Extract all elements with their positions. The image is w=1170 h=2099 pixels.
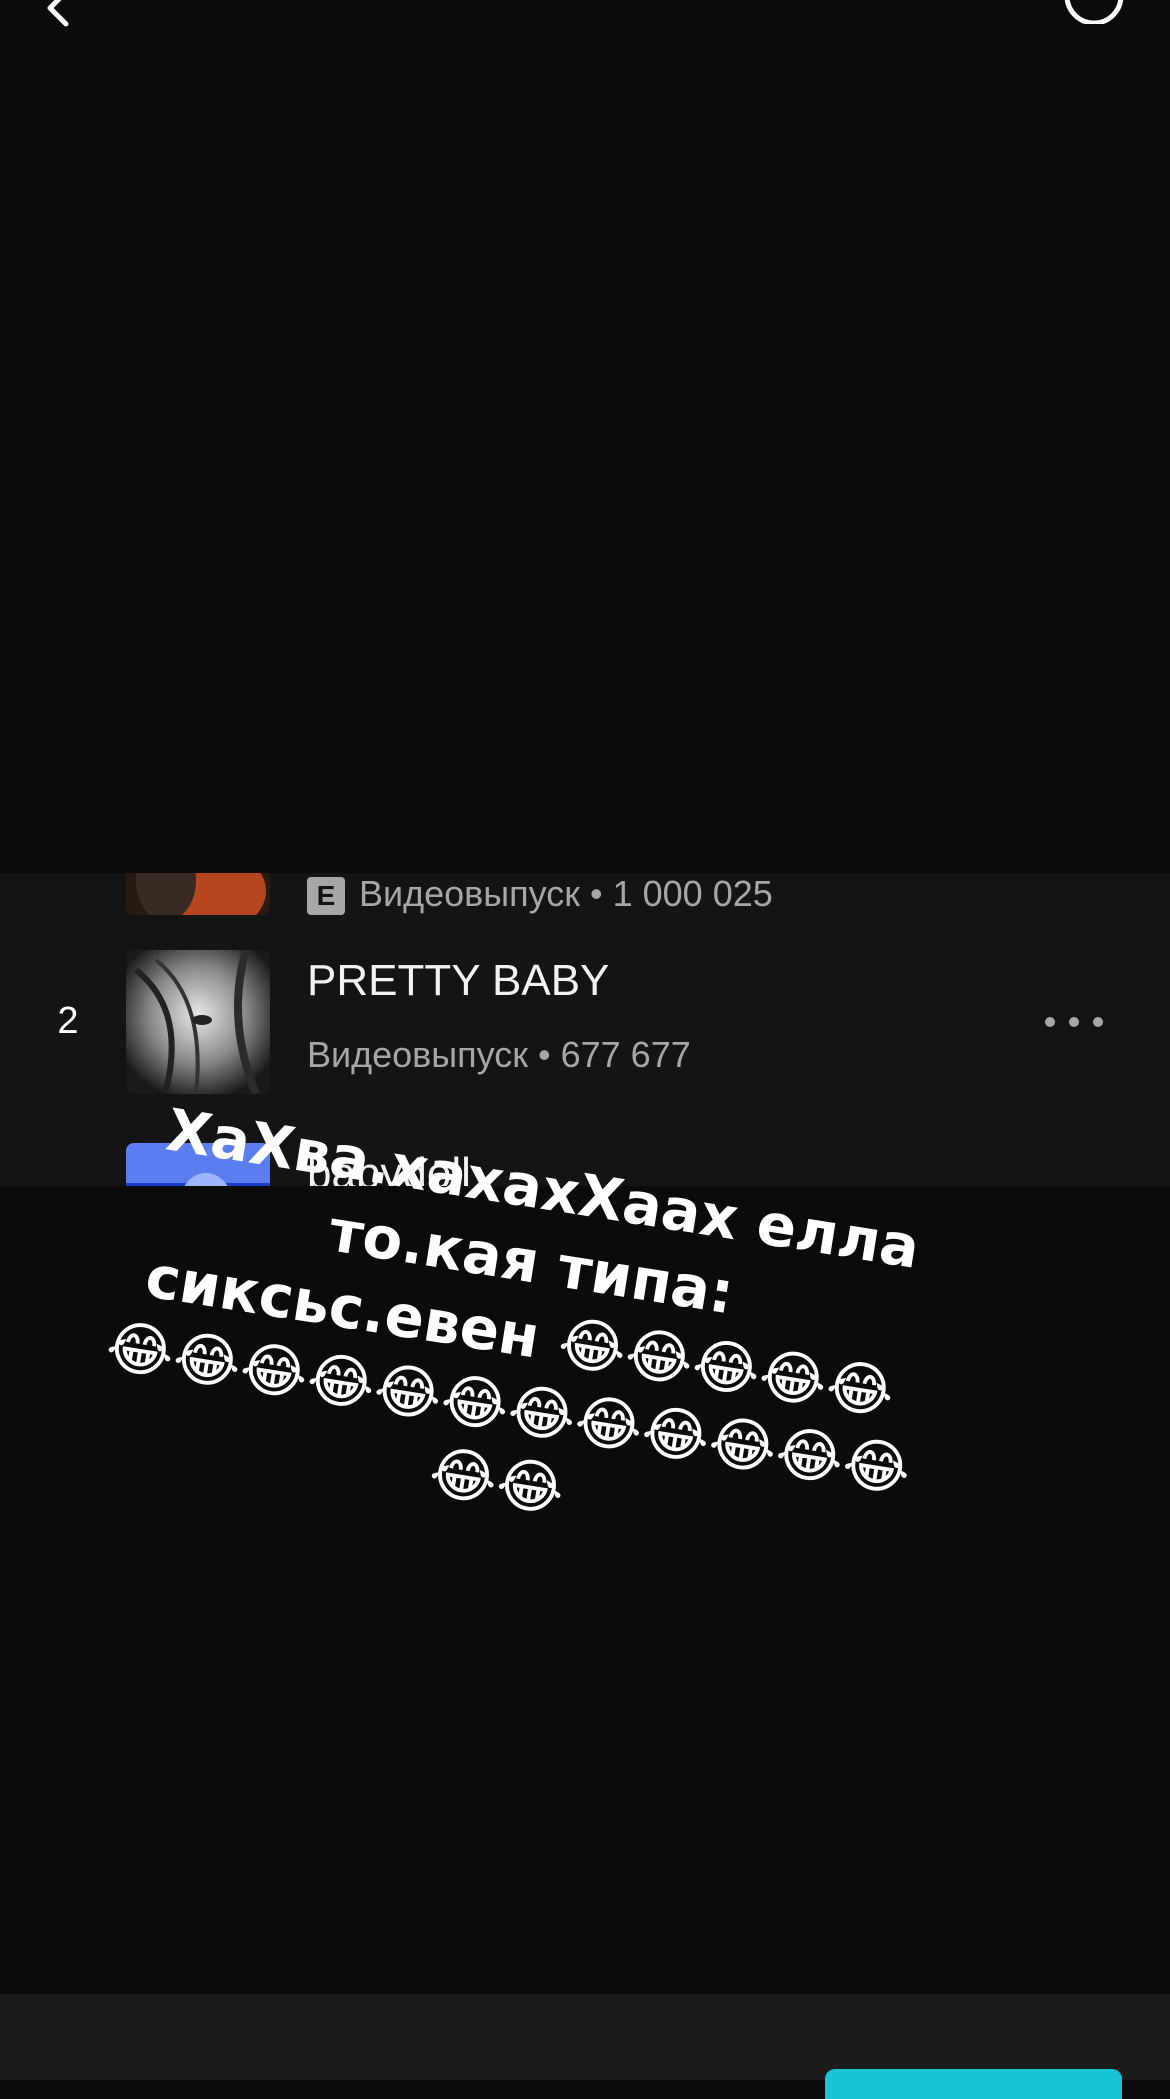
bottom-bar <box>0 1994 1170 2080</box>
track-index: 2 <box>57 1000 79 1042</box>
track-thumbnail <box>126 873 270 915</box>
track-subtitle: E Видеовыпуск • 1 000 025 <box>307 873 773 916</box>
track-meta: Видеовыпуск • 1 000 025 <box>359 873 773 914</box>
track-title: PRETTY BABY <box>307 956 610 1005</box>
explicit-icon: E <box>307 877 345 916</box>
track-row[interactable]: E Видеовыпуск • 1 000 025 <box>0 873 1170 916</box>
more-button[interactable] <box>1040 1004 1110 1040</box>
primary-action-button[interactable] <box>825 2069 1122 2099</box>
track-subtitle: Видеовыпуск • 677 677 <box>307 1034 691 1075</box>
circle-icon <box>1064 0 1124 24</box>
track-thumbnail <box>126 950 270 1094</box>
chevron-left-icon <box>47 0 69 27</box>
more-horizontal-icon <box>1045 1017 1103 1027</box>
back-button[interactable] <box>36 0 84 30</box>
circle-button[interactable] <box>1062 0 1126 24</box>
track-row[interactable]: 2 PRETTY BABY Видеовыпуск • 677 677 <box>0 950 1170 1094</box>
